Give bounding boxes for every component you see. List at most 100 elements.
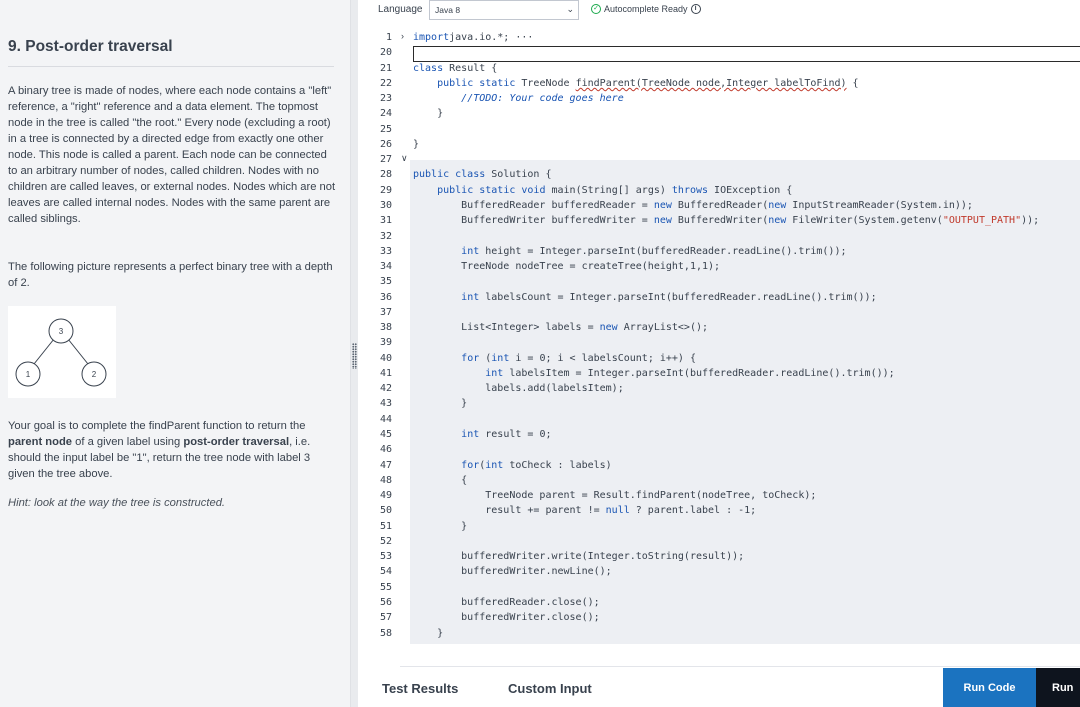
code-line[interactable]: bufferedWriter.write(Integer.toString(re… bbox=[413, 551, 744, 562]
line-number: 38 bbox=[379, 322, 392, 334]
code-line[interactable]: int result = 0; bbox=[413, 429, 551, 440]
line-number: 51 bbox=[379, 520, 392, 532]
tree-intro-text: The following picture represents a perfe… bbox=[8, 261, 333, 289]
line-number: 28 bbox=[379, 169, 392, 181]
code-line[interactable]: { bbox=[413, 475, 467, 486]
line-number: 34 bbox=[379, 261, 392, 273]
line-number: 45 bbox=[379, 429, 392, 441]
problem-title: 9. Post-order traversal bbox=[8, 38, 173, 55]
language-select[interactable]: Java 8 ⌄ bbox=[429, 0, 579, 20]
code-line[interactable]: int height = Integer.parseInt(bufferedRe… bbox=[413, 246, 846, 257]
line-number: 25 bbox=[379, 123, 392, 135]
line-number: 48 bbox=[379, 474, 392, 486]
code-line[interactable]: public static TreeNode findParent(TreeNo… bbox=[413, 78, 858, 89]
panel-resize-handle[interactable] bbox=[350, 0, 358, 707]
tree-edge-right bbox=[67, 338, 89, 365]
code-line[interactable]: TreeNode nodeTree = createTree(height,1,… bbox=[413, 261, 720, 272]
editor-toolbar: Language Java 8 ⌄ ✓ Autocomplete Ready i bbox=[358, 0, 1080, 22]
code-line[interactable]: BufferedWriter bufferedWriter = new Buff… bbox=[413, 215, 1039, 226]
line-number: 58 bbox=[379, 627, 392, 639]
code-line[interactable]: for(int toCheck : labels) bbox=[413, 460, 612, 471]
code-editor[interactable]: 1 › importjava.io.*; ··· 20 21 class Result {… bbox=[358, 26, 1080, 644]
line-number: 53 bbox=[379, 551, 392, 563]
chevron-down-icon: ⌄ bbox=[566, 4, 574, 14]
autocomplete-status: ✓ Autocomplete Ready i bbox=[591, 4, 701, 14]
line-number: 43 bbox=[379, 398, 392, 410]
goal-text-part: of a given label using bbox=[72, 436, 184, 448]
line-number: 41 bbox=[379, 367, 392, 379]
drag-grip-icon[interactable] bbox=[352, 343, 357, 369]
line-number: 44 bbox=[379, 413, 392, 425]
code-line[interactable]: bufferedWriter.close(); bbox=[413, 612, 599, 623]
code-line[interactable]: bufferedWriter.newLine(); bbox=[413, 566, 612, 577]
tree-node-left-label: 1 bbox=[26, 370, 31, 379]
line-number: 56 bbox=[379, 596, 392, 608]
code-line[interactable]: //TODO: Your code goes here bbox=[413, 93, 624, 104]
goal-text-bold: parent node bbox=[8, 436, 73, 448]
line-number: 40 bbox=[379, 352, 392, 364]
line-number: 33 bbox=[379, 245, 392, 257]
tab-test-results[interactable]: Test Results bbox=[382, 681, 458, 696]
code-line[interactable]: int labelsCount = Integer.parseInt(buffe… bbox=[413, 292, 876, 303]
line-number: 49 bbox=[379, 490, 392, 502]
code-line[interactable]: bufferedReader.close(); bbox=[413, 597, 599, 608]
problem-panel: 9. Post-order traversal A binary tree is… bbox=[0, 0, 350, 707]
run-code-button[interactable]: Run Code bbox=[943, 668, 1036, 707]
autocomplete-label: Autocomplete Ready bbox=[604, 4, 688, 14]
code-line[interactable]: BufferedReader bufferedReader = new Buff… bbox=[413, 200, 973, 211]
line-number: 29 bbox=[379, 184, 392, 196]
code-line[interactable]: public class Solution { bbox=[413, 169, 551, 180]
code-line[interactable]: } bbox=[413, 628, 443, 639]
code-line[interactable]: int labelsItem = Integer.parseInt(buffer… bbox=[413, 368, 894, 379]
fold-expanded-icon[interactable]: ∨ bbox=[401, 153, 408, 164]
language-value: Java 8 bbox=[435, 5, 461, 15]
line-number: 37 bbox=[379, 306, 392, 318]
tree-node-root-label: 3 bbox=[59, 327, 64, 336]
code-line[interactable]: TreeNode parent = Result.findParent(node… bbox=[413, 490, 816, 501]
tree-node-right-label: 2 bbox=[92, 370, 97, 379]
line-number: 55 bbox=[379, 581, 392, 593]
line-number: 1 bbox=[385, 32, 392, 43]
line-number: 26 bbox=[379, 138, 392, 150]
problem-description: A binary tree is made of nodes, where ea… bbox=[8, 85, 336, 225]
line-number: 24 bbox=[379, 108, 392, 120]
bottom-divider bbox=[400, 666, 1080, 667]
binary-tree-diagram: 3 1 2 bbox=[8, 306, 116, 398]
goal-text-bold: post-order traversal bbox=[183, 436, 290, 448]
line-number: 30 bbox=[379, 199, 392, 211]
code-line[interactable]: } bbox=[413, 139, 419, 150]
code-line[interactable]: importjava.io.*; ··· bbox=[413, 32, 533, 43]
tree-edge-left bbox=[33, 338, 55, 365]
code-line[interactable]: } bbox=[413, 521, 467, 532]
line-number: 31 bbox=[379, 215, 392, 227]
code-line[interactable]: class Result { bbox=[413, 63, 497, 74]
line-number: 20 bbox=[379, 47, 392, 59]
goal-text: Your goal is to complete the findParent … bbox=[8, 418, 338, 482]
fold-collapsed-icon[interactable]: › bbox=[401, 31, 404, 41]
run-tests-button[interactable]: Run bbox=[1036, 668, 1080, 707]
active-line-highlight bbox=[413, 46, 1080, 62]
tab-custom-input[interactable]: Custom Input bbox=[508, 681, 592, 696]
code-line[interactable]: labels.add(labelsItem); bbox=[413, 383, 623, 394]
code-line[interactable]: List<Integer> labels = new ArrayList<>()… bbox=[413, 322, 708, 333]
line-number: 47 bbox=[379, 459, 392, 471]
line-number: 52 bbox=[379, 535, 392, 547]
code-line[interactable]: public static void main(String[] args) t… bbox=[413, 185, 792, 196]
code-line[interactable]: for (int i = 0; i < labelsCount; i++) { bbox=[413, 353, 696, 364]
code-line[interactable]: result += parent != null ? parent.label … bbox=[413, 505, 756, 516]
line-number: 36 bbox=[379, 291, 392, 303]
hint-text: Hint: look at the way the tree is constr… bbox=[8, 497, 226, 509]
info-icon[interactable]: i bbox=[690, 4, 701, 14]
line-number: 54 bbox=[379, 566, 392, 578]
line-number: 35 bbox=[379, 276, 392, 288]
goal-text-part: Your goal is to complete the findParent … bbox=[8, 420, 306, 432]
line-number: 27 bbox=[379, 154, 392, 166]
language-label: Language bbox=[378, 4, 423, 15]
line-number: 46 bbox=[379, 444, 392, 456]
check-circle-icon: ✓ bbox=[591, 4, 601, 14]
line-number: 42 bbox=[379, 383, 392, 395]
code-line[interactable]: } bbox=[413, 398, 467, 409]
code-line[interactable]: } bbox=[413, 108, 443, 119]
line-number: 39 bbox=[379, 337, 392, 349]
line-number: 21 bbox=[379, 62, 392, 74]
